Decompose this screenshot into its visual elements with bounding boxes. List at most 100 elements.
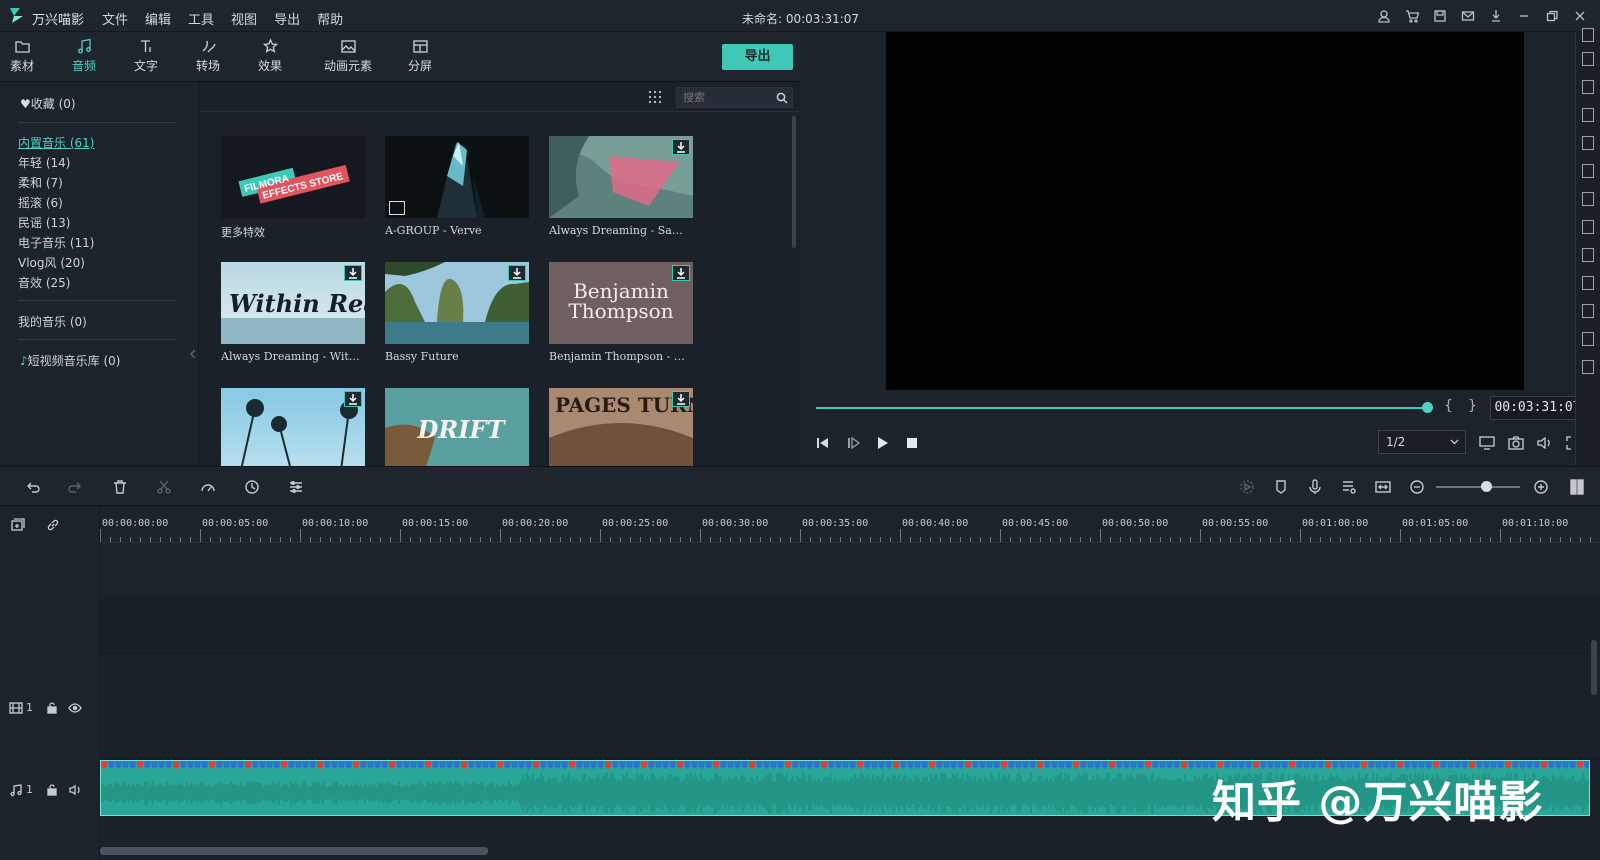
panel-toggle[interactable] (1582, 136, 1594, 150)
mark-in-icon[interactable]: { (1444, 398, 1453, 414)
library-item[interactable]: Within Reach Always Dreaming - Wit… (221, 262, 365, 363)
export-button[interactable]: 导出 (722, 44, 793, 70)
download-badge[interactable] (344, 265, 362, 281)
panel-toggle[interactable] (1582, 360, 1594, 374)
marker-button[interactable] (1272, 478, 1290, 496)
sidebar-item-young[interactable]: 年轻 (14) (18, 154, 70, 171)
cart-icon[interactable] (1398, 7, 1426, 25)
account-icon[interactable] (1370, 7, 1398, 25)
video-track-lock[interactable] (45, 701, 59, 715)
sidebar-item-electronic[interactable]: 电子音乐 (11) (18, 234, 94, 251)
download-badge[interactable] (344, 391, 362, 407)
split-button[interactable] (155, 478, 173, 496)
search-icon[interactable] (776, 92, 788, 104)
download-badge[interactable] (672, 391, 690, 407)
panel-toggle[interactable] (1582, 164, 1594, 178)
tab-media[interactable]: 素材 (0, 38, 47, 74)
grid-view-icon[interactable] (648, 90, 662, 104)
menu-help[interactable]: 帮助 (317, 9, 343, 28)
panel-toggle[interactable] (1582, 192, 1594, 206)
playback-progress-track[interactable] (816, 407, 1428, 409)
library-item[interactable]: Benjamin Thompson Benjamin Thompson - … (549, 262, 693, 363)
download-badge[interactable] (508, 265, 526, 281)
download-badge[interactable] (672, 265, 690, 281)
fit-timeline-button[interactable] (1374, 478, 1392, 496)
undo-button[interactable] (24, 478, 42, 496)
prev-frame-button[interactable] (814, 434, 832, 452)
speed-button[interactable] (199, 478, 217, 496)
sidebar-item-soft[interactable]: 柔和 (7) (18, 174, 63, 191)
menu-edit[interactable]: 编辑 (145, 9, 171, 28)
empty-track[interactable] (100, 544, 1600, 597)
voiceover-button[interactable] (1306, 478, 1324, 496)
zoom-slider-knob[interactable] (1481, 481, 1492, 492)
panel-toggle[interactable] (1582, 332, 1594, 346)
stop-button[interactable] (903, 434, 921, 452)
tab-elements[interactable]: 动画元素 (318, 38, 378, 74)
panel-toggle[interactable] (1582, 248, 1594, 262)
mail-icon[interactable] (1454, 7, 1482, 25)
library-scrollbar[interactable] (792, 116, 796, 248)
timeline-ruler[interactable]: 00:00:00:00 00:00:05:00 00:00:10:00 00:0… (100, 507, 1600, 543)
audio-track-lock[interactable] (45, 783, 59, 797)
panel-toggle[interactable] (1582, 28, 1594, 42)
sidebar-item-builtin-music[interactable]: 内置音乐 (61) (18, 134, 94, 151)
mark-out-icon[interactable]: } (1468, 398, 1477, 414)
playback-progress-knob[interactable] (1422, 402, 1433, 413)
panel-toggle[interactable] (1582, 108, 1594, 122)
tab-transition[interactable]: 转场 (183, 38, 233, 74)
player-screen[interactable] (886, 32, 1524, 390)
video-track-visibility[interactable] (68, 701, 82, 715)
empty-track[interactable] (100, 598, 1600, 654)
audio-track-mute[interactable] (68, 783, 82, 797)
library-item[interactable]: A-GROUP - Verve (385, 136, 529, 237)
zoom-slider-track[interactable] (1436, 486, 1520, 488)
timeline-horizontal-scrollbar[interactable] (100, 847, 488, 855)
panel-toggle[interactable] (1582, 52, 1594, 66)
search-input[interactable] (683, 90, 769, 105)
volume-button[interactable] (1535, 434, 1553, 452)
tab-audio[interactable]: 音频 (59, 38, 109, 74)
next-frame-button[interactable] (844, 434, 862, 452)
sidebar-item-sound-effects[interactable]: 音效 (25) (18, 274, 70, 291)
sidebar-item-my-music[interactable]: 我的音乐 (0) (18, 313, 87, 330)
library-item[interactable]: Bassy Future (385, 262, 529, 363)
tab-effects[interactable]: 效果 (245, 38, 295, 74)
library-item[interactable] (221, 388, 365, 470)
link-button[interactable] (46, 518, 60, 532)
render-preview-button[interactable] (1478, 434, 1496, 452)
redo-button[interactable] (66, 478, 84, 496)
close-icon[interactable] (1566, 7, 1594, 25)
menu-file[interactable]: 文件 (102, 9, 128, 28)
sidebar-item-favorites[interactable]: ♥收藏 (0) (20, 95, 76, 112)
timeline-vertical-scrollbar[interactable] (1591, 640, 1597, 695)
panel-toggle[interactable] (1582, 304, 1594, 318)
collapse-sidebar-icon[interactable] (190, 350, 196, 358)
render-button[interactable] (1238, 478, 1256, 496)
restore-icon[interactable] (1538, 7, 1566, 25)
save-icon[interactable] (1426, 7, 1454, 25)
zoom-in-button[interactable] (1532, 478, 1550, 496)
layout-toggle-button[interactable] (1568, 478, 1586, 496)
library-item[interactable]: PAGES TURN (549, 388, 693, 470)
sidebar-item-folk[interactable]: 民谣 (13) (18, 214, 70, 231)
panel-toggle[interactable] (1582, 220, 1594, 234)
library-item[interactable]: Always Dreaming - Sa… (549, 136, 693, 237)
menu-view[interactable]: 视图 (231, 9, 257, 28)
menu-tools[interactable]: 工具 (188, 9, 214, 28)
play-button[interactable] (873, 434, 891, 452)
tab-text[interactable]: 文字 (121, 38, 171, 74)
sidebar-item-vlog[interactable]: Vlog风 (20) (18, 254, 85, 271)
snapshot-button[interactable] (1507, 434, 1525, 452)
download-badge[interactable] (672, 139, 690, 155)
tab-split-screen[interactable]: 分屏 (395, 38, 445, 74)
add-track-button[interactable] (11, 518, 25, 532)
duration-button[interactable] (243, 478, 261, 496)
adjust-button[interactable] (287, 478, 305, 496)
download-icon[interactable] (1482, 7, 1510, 25)
video-track-1[interactable] (100, 655, 1600, 760)
audio-mixer-button[interactable] (1340, 478, 1358, 496)
panel-toggle[interactable] (1582, 276, 1594, 290)
zoom-out-button[interactable] (1408, 478, 1426, 496)
minimize-icon[interactable] (1510, 7, 1538, 25)
